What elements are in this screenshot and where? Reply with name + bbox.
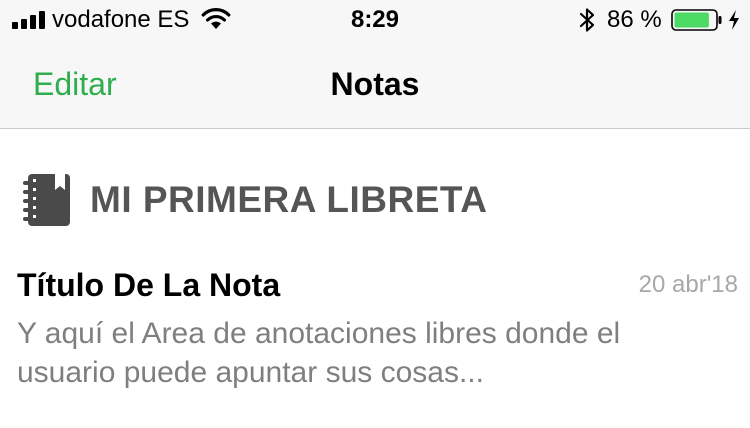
screen: vodafone ES 8:29 86 % Editar Notas MI PR… bbox=[0, 0, 750, 428]
status-bar: vodafone ES 8:29 86 % bbox=[0, 0, 750, 40]
top-bar: vodafone ES 8:29 86 % Editar Notas bbox=[0, 0, 750, 129]
battery-icon bbox=[671, 9, 722, 31]
note-preview: Y aquí el Area de anotaciones libres don… bbox=[17, 314, 717, 392]
notebook-header: MI PRIMERA LIBRETA bbox=[0, 168, 750, 232]
notebook-title: MI PRIMERA LIBRETA bbox=[90, 179, 488, 220]
notebook-icon bbox=[23, 174, 70, 226]
nav-bar: Editar Notas bbox=[0, 40, 750, 128]
bluetooth-icon bbox=[579, 8, 595, 32]
note-preview-line: Y aquí el Area de anotaciones libres don… bbox=[17, 317, 621, 350]
battery-percent: 86 % bbox=[607, 6, 662, 33]
note-date: 20 abr'18 bbox=[638, 271, 738, 298]
charging-icon bbox=[729, 10, 739, 30]
note-title: Título De La Nota bbox=[17, 267, 281, 303]
note-list-item[interactable]: Título De La Nota 20 abr'18 Y aquí el Ar… bbox=[0, 258, 750, 408]
note-preview-line: usuario puede apuntar sus cosas... bbox=[17, 356, 484, 389]
page-title: Notas bbox=[330, 66, 420, 102]
